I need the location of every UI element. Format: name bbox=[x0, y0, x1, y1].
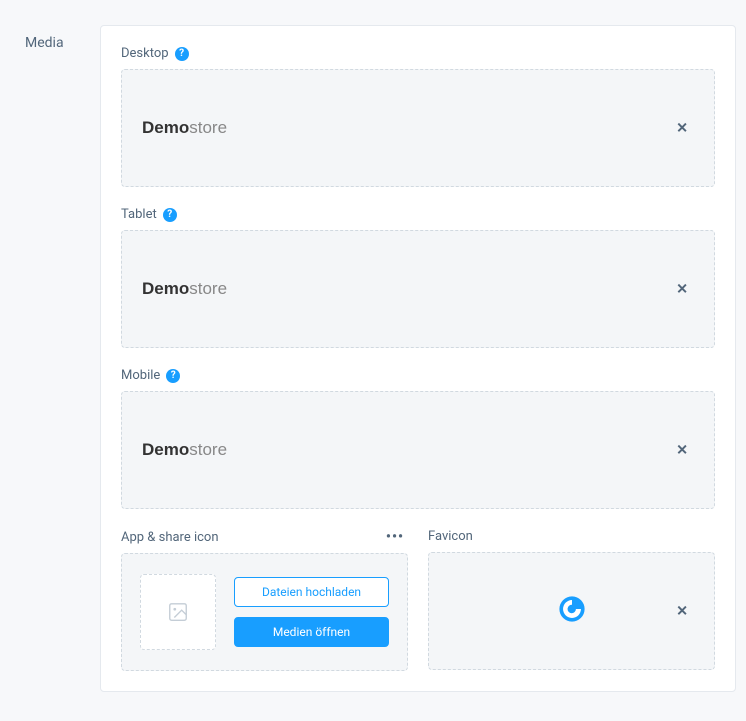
tablet-dropzone[interactable]: Demostore ✕ bbox=[121, 230, 715, 348]
close-icon: ✕ bbox=[676, 281, 688, 297]
favicon-preview bbox=[558, 595, 586, 627]
app-share-field: App & share icon ••• Dateien hochladen M… bbox=[121, 529, 408, 671]
desktop-label: Desktop bbox=[121, 46, 169, 61]
desktop-dropzone[interactable]: Demostore ✕ bbox=[121, 69, 715, 187]
upload-files-button[interactable]: Dateien hochladen bbox=[234, 577, 389, 607]
media-card: Desktop ? Demostore ✕ Tablet ? Demostore… bbox=[100, 25, 736, 692]
help-icon[interactable]: ? bbox=[166, 369, 180, 383]
app-share-dropzone[interactable]: Dateien hochladen Medien öffnen bbox=[121, 553, 408, 671]
more-icon[interactable]: ••• bbox=[382, 529, 408, 545]
app-share-label: App & share icon bbox=[121, 530, 219, 545]
favicon-dropzone[interactable]: ✕ bbox=[428, 552, 715, 670]
favicon-label: Favicon bbox=[428, 529, 473, 544]
mobile-dropzone[interactable]: Demostore ✕ bbox=[121, 391, 715, 509]
mobile-label: Mobile bbox=[121, 368, 160, 383]
favicon-field: Favicon ✕ bbox=[428, 529, 715, 671]
tablet-logo-preview: Demostore bbox=[142, 279, 227, 299]
desktop-remove-button[interactable]: ✕ bbox=[670, 116, 694, 141]
tablet-label: Tablet bbox=[121, 207, 157, 222]
tablet-field: Tablet ? Demostore ✕ bbox=[121, 207, 715, 348]
image-placeholder-icon bbox=[140, 574, 216, 650]
section-label: Media bbox=[25, 25, 100, 692]
mobile-logo-preview: Demostore bbox=[142, 440, 227, 460]
mobile-remove-button[interactable]: ✕ bbox=[670, 438, 694, 463]
close-icon: ✕ bbox=[676, 442, 688, 458]
tablet-remove-button[interactable]: ✕ bbox=[670, 277, 694, 302]
desktop-field: Desktop ? Demostore ✕ bbox=[121, 46, 715, 187]
close-icon: ✕ bbox=[676, 120, 688, 136]
mobile-field: Mobile ? Demostore ✕ bbox=[121, 368, 715, 509]
help-icon[interactable]: ? bbox=[175, 47, 189, 61]
help-icon[interactable]: ? bbox=[163, 208, 177, 222]
close-icon: ✕ bbox=[676, 603, 688, 619]
desktop-logo-preview: Demostore bbox=[142, 118, 227, 138]
open-media-button[interactable]: Medien öffnen bbox=[234, 617, 389, 647]
favicon-remove-button[interactable]: ✕ bbox=[670, 599, 694, 624]
